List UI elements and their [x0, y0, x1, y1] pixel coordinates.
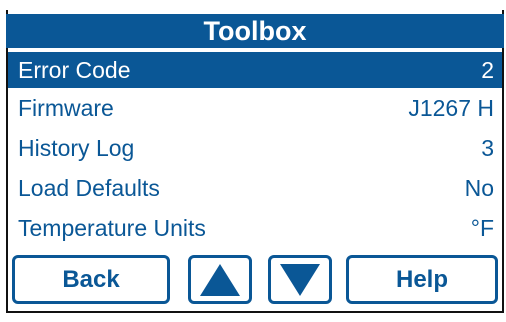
scroll-down-button[interactable]	[268, 255, 332, 304]
menu-row-label: Firmware	[18, 95, 114, 121]
menu-row-label: Load Defaults	[18, 175, 160, 201]
menu-row-temperature-units[interactable]: Temperature Units °F	[8, 210, 502, 246]
menu-row-value: 2	[481, 57, 494, 83]
menu-row-value: No	[464, 175, 494, 201]
toolbox-screen: Toolbox Error Code 2 Firmware J1267 H Hi…	[0, 0, 506, 322]
down-arrow-icon	[280, 264, 320, 296]
menu-row-label: History Log	[18, 135, 135, 161]
menu-row-value: J1267 H	[408, 95, 494, 121]
menu-row-label: Temperature Units	[18, 215, 206, 241]
back-button[interactable]: Back	[12, 255, 170, 304]
menu-row-value: °F	[470, 215, 494, 241]
menu-row-history-log[interactable]: History Log 3	[8, 130, 502, 166]
up-arrow-icon	[200, 264, 240, 296]
help-button[interactable]: Help	[346, 255, 498, 304]
menu-row-label: Error Code	[18, 57, 131, 83]
menu-row-error-code[interactable]: Error Code 2	[8, 52, 502, 88]
menu-row-value: 3	[481, 135, 494, 161]
menu-row-firmware[interactable]: Firmware J1267 H	[8, 90, 502, 126]
menu-row-load-defaults[interactable]: Load Defaults No	[8, 170, 502, 206]
scroll-up-button[interactable]	[188, 255, 252, 304]
page-title: Toolbox	[6, 14, 504, 48]
